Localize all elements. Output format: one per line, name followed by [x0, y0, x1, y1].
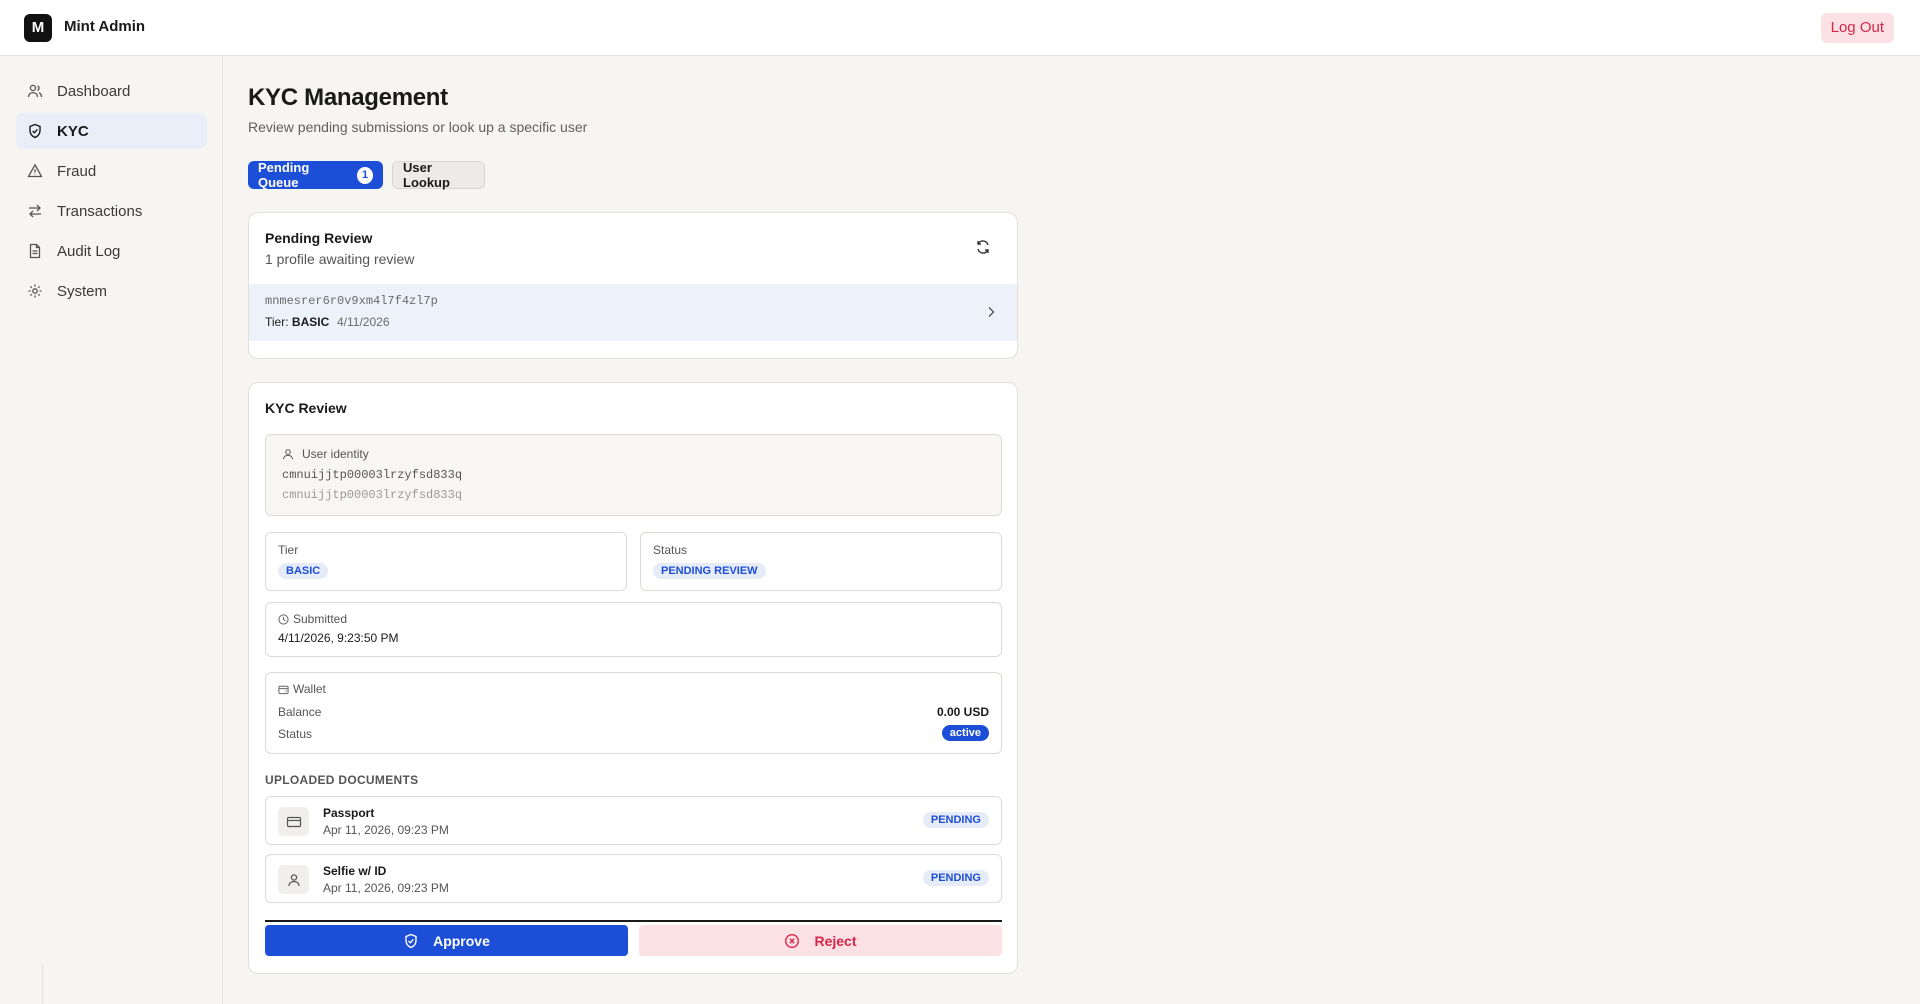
page-subtitle: Review pending submissions or look up a … [248, 119, 588, 135]
id-card-icon [286, 815, 302, 829]
actions-divider [265, 920, 1002, 922]
approve-button[interactable]: Approve [265, 925, 628, 956]
queue-user-id: mnmesrer6r0v9xm4l7f4zl7p [265, 294, 438, 308]
document-date: Apr 11, 2026, 09:23 PM [323, 823, 449, 837]
wallet-status-badge: active [941, 725, 989, 741]
arrows-exchange-icon [27, 203, 43, 219]
approve-label: Approve [433, 932, 490, 949]
sidebar-item-system[interactable]: System [16, 273, 207, 309]
wallet-label: Wallet [293, 682, 326, 696]
sidebar-item-label: System [57, 282, 108, 300]
sidebar-item-label: KYC [57, 122, 89, 140]
uploaded-documents-heading: UPLOADED DOCUMENTS [265, 773, 419, 787]
document-icon [27, 243, 43, 259]
document-status-badge: PENDING [922, 870, 989, 886]
submitted-label: Submitted [293, 612, 348, 626]
user-identity-label: User identity [302, 447, 369, 461]
logout-button[interactable]: Log Out [1820, 13, 1894, 43]
reject-label: Reject [814, 932, 857, 949]
wallet-header: Wallet [278, 682, 326, 696]
warning-icon [27, 163, 43, 179]
wallet-status-label: Status [278, 727, 313, 741]
document-row-passport[interactable]: Passport Apr 11, 2026, 09:23 PM PENDING [265, 796, 1002, 845]
status-label: Status [653, 543, 688, 557]
submitted-value: 4/11/2026, 9:23:50 PM [278, 631, 399, 645]
tab-label: Pending Queue [258, 160, 310, 190]
users-icon [27, 83, 43, 99]
queue-tier: Tier: BASIC [265, 315, 329, 329]
document-icon-container [278, 865, 309, 894]
card-subtitle: 1 profile awaiting review [265, 251, 415, 267]
status-badge: PENDING REVIEW [653, 563, 766, 579]
top-bar: M Mint Admin Log Out [0, 0, 1920, 56]
tier-badge: BASIC [278, 563, 329, 579]
tab-label: User Lookup [403, 160, 450, 190]
clock-icon [278, 613, 289, 625]
refresh-icon[interactable] [975, 239, 991, 255]
sidebar-item-label: Audit Log [57, 242, 121, 260]
queue-tier-label: Tier: [265, 315, 289, 329]
wallet-box: Wallet Balance 0.00 USD Status active [265, 672, 1002, 754]
page-title: KYC Management [248, 84, 448, 111]
queue-row[interactable]: mnmesrer6r0v9xm4l7f4zl7p Tier: BASIC 4/1… [249, 284, 1017, 341]
sidebar-item-label: Fraud [57, 162, 97, 180]
sidebar-item-kyc[interactable]: KYC [16, 113, 207, 149]
user-identity-header: User identity [282, 447, 369, 461]
close-circle-icon [784, 933, 800, 949]
shield-check-icon [403, 933, 419, 949]
shield-check-icon [27, 123, 43, 139]
sidebar-item-label: Transactions [57, 202, 143, 220]
reject-button[interactable]: Reject [639, 925, 1002, 956]
document-name: Passport [323, 806, 375, 820]
main-content: KYC Management Review pending submission… [223, 56, 1920, 1004]
queue-tier-value: BASIC [291, 315, 330, 329]
document-status-badge: PENDING [922, 812, 989, 828]
app-logo: M [24, 14, 52, 42]
pending-review-card: Pending Review 1 profile awaiting review… [248, 212, 1018, 359]
sidebar-item-dashboard[interactable]: Dashboard [16, 73, 207, 109]
sidebar-item-label: Dashboard [57, 82, 131, 100]
scroll-indicator [42, 964, 43, 1004]
document-icon-container [278, 807, 309, 836]
sidebar-item-audit-log[interactable]: Audit Log [16, 233, 207, 269]
submitted-box: Submitted 4/11/2026, 9:23:50 PM [265, 602, 1002, 657]
balance-label: Balance [278, 705, 322, 719]
gear-icon [27, 283, 43, 299]
tab-user-lookup[interactable]: User Lookup [392, 160, 485, 190]
app-name: Mint Admin [64, 18, 146, 35]
document-date: Apr 11, 2026, 09:23 PM [323, 881, 449, 895]
tier-label: Tier [278, 543, 299, 557]
sidebar-item-fraud[interactable]: Fraud [16, 153, 207, 189]
card-title: KYC Review [265, 400, 347, 416]
status-box: Status PENDING REVIEW [640, 532, 1002, 591]
user-identity-primary: cmnuijjtp00003lrzyfsd833q [282, 468, 463, 482]
user-identity-secondary: cmnuijjtp00003lrzyfsd833q [282, 488, 463, 502]
document-row-selfie[interactable]: Selfie w/ ID Apr 11, 2026, 09:23 PM PEND… [265, 854, 1002, 903]
sidebar-item-transactions[interactable]: Transactions [16, 193, 207, 229]
chevron-right-icon [985, 305, 997, 319]
kyc-review-card: KYC Review User identity cmnuijjtp00003l… [248, 382, 1018, 974]
user-icon [282, 448, 294, 460]
queue-date: 4/11/2026 [337, 315, 390, 329]
document-name: Selfie w/ ID [323, 864, 387, 878]
card-title: Pending Review [265, 230, 373, 246]
submitted-header: Submitted [278, 612, 347, 626]
sidebar: Dashboard KYC Fraud Transactions Audit L… [0, 56, 223, 1004]
balance-value: 0.00 USD [936, 705, 989, 719]
pending-count-badge: 1 [357, 166, 373, 184]
user-icon [287, 873, 301, 887]
tier-box: Tier BASIC [265, 532, 627, 591]
wallet-icon [278, 684, 289, 695]
user-identity-box: User identity cmnuijjtp00003lrzyfsd833q … [265, 434, 1002, 516]
tab-pending-queue[interactable]: Pending Queue 1 [248, 160, 383, 190]
